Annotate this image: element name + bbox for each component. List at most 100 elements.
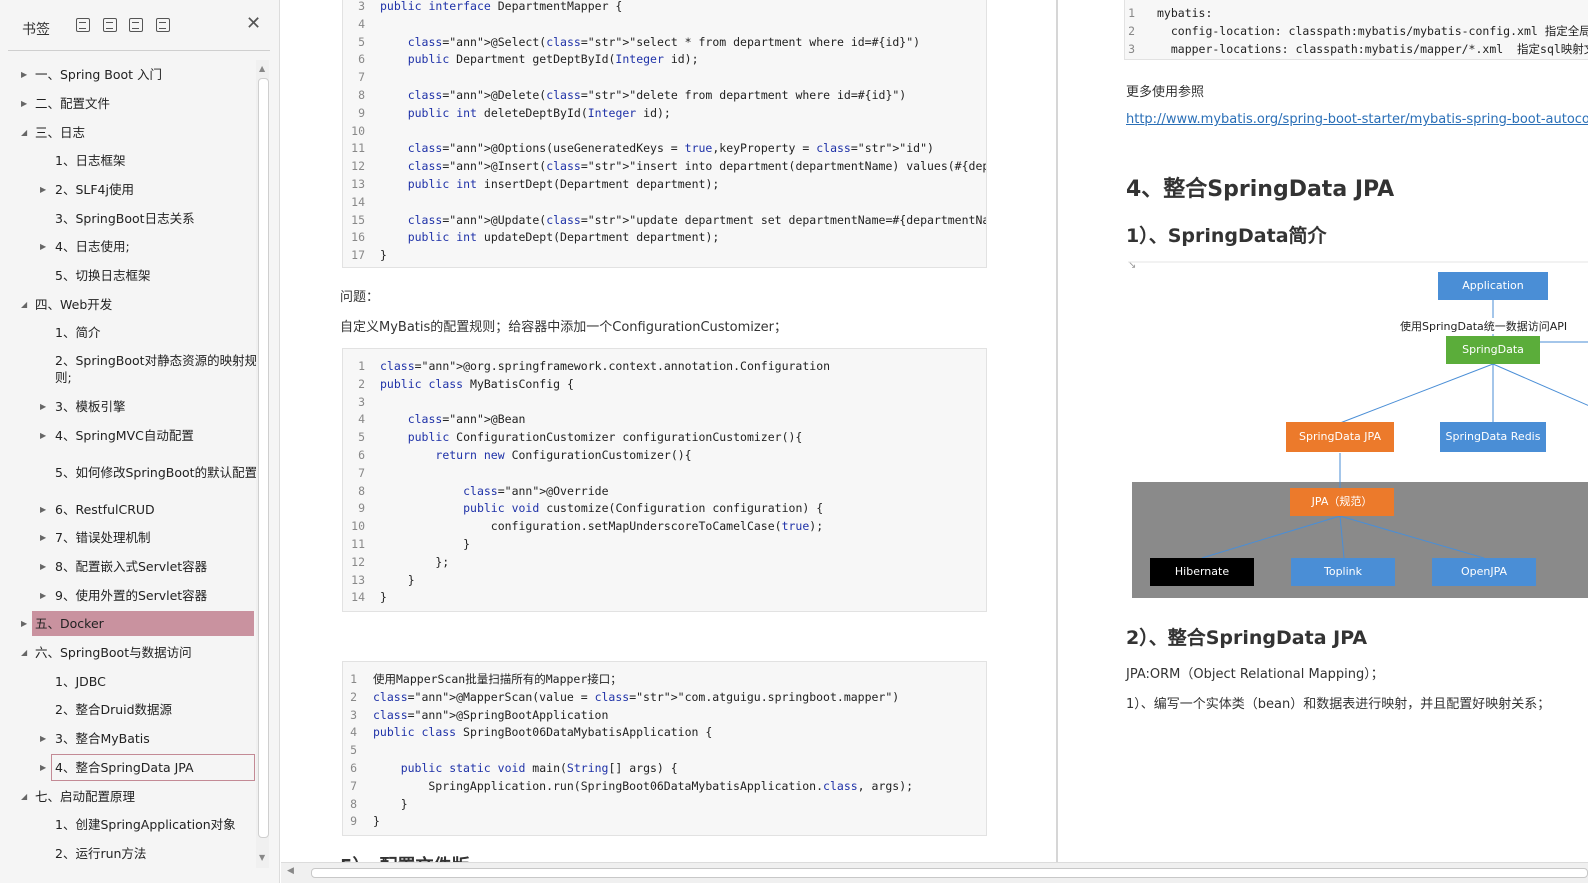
scroll-up-icon[interactable]: ▲	[259, 64, 265, 73]
collapse-arrow-icon[interactable]: ◢	[21, 788, 31, 805]
customizer-text: 自定义MyBatis的配置规则；给容器中添加一个ConfigurationCus…	[340, 320, 788, 335]
toc-item[interactable]: ▶ 3、模板引擎	[0, 394, 258, 419]
line-number: 2	[1128, 23, 1135, 38]
toc-item[interactable]: ▶ 2、SLF4j使用	[0, 177, 258, 202]
scroll-down-icon[interactable]: ▼	[259, 853, 265, 862]
code-line: 10 configuration.setMapUnderscoreToCamel…	[343, 517, 986, 535]
close-icon[interactable]: ✕	[246, 15, 261, 33]
expand-arrow-icon[interactable]: ▶	[40, 730, 50, 747]
expand-arrow-icon[interactable]: ▶	[40, 759, 50, 776]
toc-item[interactable]: ▶ 8、配置嵌入式Servlet容器	[0, 554, 258, 579]
expand-arrow-icon[interactable]: ▶	[40, 558, 50, 575]
expand-arrow-icon[interactable]: ▶	[21, 95, 31, 112]
node-openjpa: OpenJPA	[1432, 558, 1536, 586]
node-springdata-jpa: SpringData JPA	[1286, 422, 1394, 452]
add-bookmark-icon[interactable]	[129, 18, 143, 32]
code-line: 4 class="ann">@Bean	[343, 410, 986, 428]
toc-item[interactable]: ◢ 七、启动配置原理	[0, 784, 258, 809]
expand-arrow-icon[interactable]: ▶	[40, 501, 50, 518]
node-toplink: Toplink	[1291, 558, 1395, 586]
code-text: public Department getDeptById(Integer id…	[407, 52, 699, 67]
subsection-heading-integrate: 2）、整合SpringData JPA	[1126, 627, 1368, 649]
code-text: public void customize(Configuration conf…	[463, 501, 824, 516]
horizontal-scrollbar[interactable]: ◀	[281, 862, 1588, 883]
toc-item[interactable]: ◢ 六、SpringBoot与数据访问	[0, 640, 258, 665]
toc-item[interactable]: 2、运行run方法	[0, 841, 258, 866]
collapse-arrow-icon[interactable]: ◢	[21, 124, 31, 141]
toc-item-label: 六、SpringBoot与数据访问	[35, 645, 192, 660]
expand-all-icon[interactable]	[76, 18, 90, 32]
code-line: 7	[343, 68, 986, 86]
code-line: 15 class="ann">@Update(class="str">"upda…	[343, 211, 986, 229]
code-text: public interface DepartmentMapper {	[380, 0, 623, 13]
toc-item[interactable]: 5、如何修改SpringBoot的默认配置	[0, 460, 258, 485]
toc-item[interactable]: ▶ 一、Spring Boot 入门	[0, 62, 258, 87]
mybatis-doc-link[interactable]: http://www.mybatis.org/spring-boot-start…	[1126, 112, 1588, 127]
code-line: 13 }	[343, 571, 986, 589]
scroll-left-icon[interactable]: ◀	[287, 866, 294, 876]
toc-item-label: 1、JDBC	[55, 674, 106, 689]
section-heading: 4、整合SpringData JPA	[1126, 177, 1395, 202]
code-text: class="ann">@Bean	[407, 412, 526, 427]
bookmark-icon[interactable]	[156, 18, 170, 32]
code-line: 12 class="ann">@Insert(class="str">"inse…	[343, 157, 986, 175]
expand-arrow-icon[interactable]: ▶	[40, 427, 50, 444]
sidebar-scroll-thumb[interactable]	[258, 78, 269, 838]
toc-item[interactable]: 1、简介	[0, 320, 258, 345]
toc-item-label: 6、RestfulCRUD	[55, 502, 155, 517]
toc-item[interactable]: ▶ 3、整合MyBatis	[0, 726, 258, 751]
code-text: class="ann">@org.springframework.context…	[380, 359, 831, 373]
sidebar-scrollbar[interactable]: ▲ ▼	[256, 60, 269, 868]
expand-arrow-icon[interactable]: ▶	[21, 66, 31, 83]
toc-item[interactable]: ▶ 五、Docker	[21, 611, 254, 636]
code-text: }	[373, 814, 380, 829]
line-number: 13	[351, 572, 365, 587]
expand-arrow-icon[interactable]: ▶	[40, 587, 50, 604]
toc-item[interactable]: 2、SpringBoot对静态资源的映射规 则;	[0, 348, 258, 392]
horizontal-scroll-thumb[interactable]	[311, 868, 1588, 878]
expand-arrow-icon[interactable]: ▶	[21, 615, 31, 632]
toc-item[interactable]: ▶ 二、配置文件	[0, 91, 258, 116]
code-line: 5 public ConfigurationCustomizer configu…	[343, 428, 986, 446]
sidebar-title: 书签	[22, 22, 50, 38]
toc-item-label: 七、启动配置原理	[35, 789, 136, 804]
toc-item[interactable]: ▶ 7、错误处理机制	[0, 525, 258, 550]
toc-item[interactable]: 5、切换日志框架	[0, 263, 258, 288]
collapse-all-icon[interactable]	[103, 18, 117, 32]
code-text: public class MyBatisConfig {	[380, 376, 574, 391]
code-line: 8 }	[343, 795, 986, 813]
code-line: 1 使用MapperScan批量扫描所有的Mapper接口；	[343, 670, 986, 688]
code-text: class="ann">@Select(class="str">"select …	[407, 34, 921, 49]
toc-item[interactable]: 1、日志框架	[0, 148, 258, 173]
step1-text: 1）、编写一个实体类（bean）和数据表进行映射，并且配置好映射关系；	[1126, 697, 1551, 712]
toc-item[interactable]: ▶ 4、SpringMVC自动配置	[0, 423, 258, 448]
line-number: 3	[358, 0, 365, 13]
line-number: 11	[351, 141, 365, 156]
toc-item[interactable]: ◢ 四、Web开发	[0, 292, 258, 317]
toc-item[interactable]: ◢ 三、日志	[0, 120, 258, 145]
code-text: public ConfigurationCustomizer configura…	[407, 430, 803, 445]
code-text: SpringApplication.run(SpringBoot06DataMy…	[373, 778, 914, 793]
expand-arrow-icon[interactable]: ▶	[40, 181, 50, 198]
code-line: 16 public int updateDept(Department depa…	[343, 228, 986, 246]
expand-arrow-icon[interactable]: ▶	[40, 238, 50, 255]
line-number: 15	[351, 212, 365, 227]
node-application: Application	[1438, 272, 1548, 300]
collapse-arrow-icon[interactable]: ◢	[21, 296, 31, 313]
code-line: 5 class="ann">@Select(class="str">"selec…	[343, 33, 986, 51]
line-number: 8	[358, 88, 365, 102]
collapse-arrow-icon[interactable]: ◢	[21, 644, 31, 661]
toc-item[interactable]: 1、创建SpringApplication对象	[0, 812, 258, 837]
expand-arrow-icon[interactable]: ▶	[40, 529, 50, 546]
toc-item[interactable]: ▶ 9、使用外置的Servlet容器	[0, 583, 258, 608]
node-jpa-spec: JPA（规范）	[1290, 488, 1394, 516]
toc-item[interactable]: 1、JDBC	[0, 669, 258, 694]
line-number: 12	[351, 554, 365, 569]
toc-item-label: 9、使用外置的Servlet容器	[55, 588, 208, 603]
toc-item[interactable]: ▶ 6、RestfulCRUD	[0, 497, 258, 522]
toc-item[interactable]: 2、整合Druid数据源	[0, 697, 258, 722]
expand-arrow-icon[interactable]: ▶	[40, 398, 50, 415]
toc-item[interactable]: ▶ 4、整合SpringData JPA	[40, 754, 255, 781]
toc-item[interactable]: 3、SpringBoot日志关系	[0, 206, 258, 231]
toc-item[interactable]: ▶ 4、日志使用;	[0, 234, 258, 259]
